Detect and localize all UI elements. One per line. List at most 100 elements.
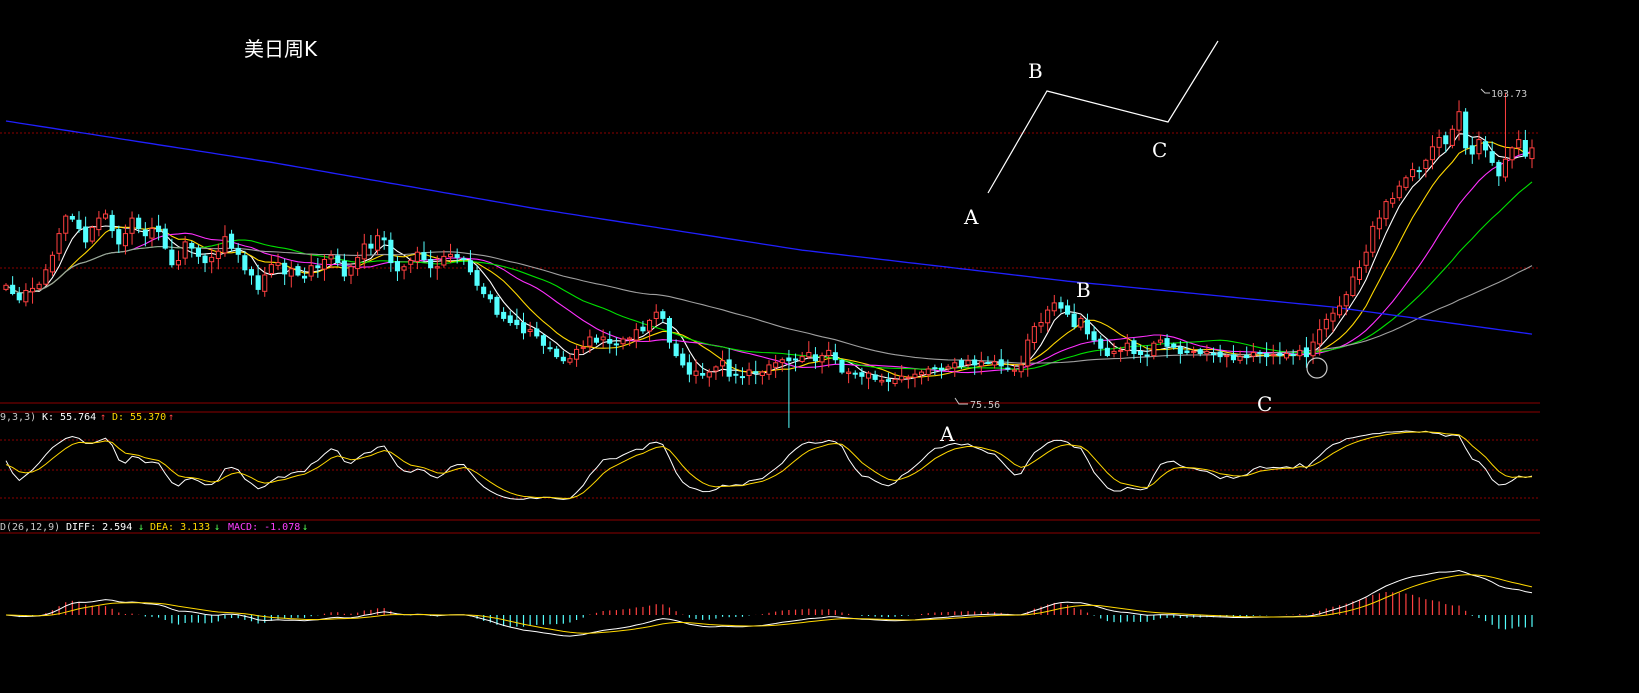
- candle-body-123: [819, 355, 825, 363]
- candle-85: [567, 353, 573, 365]
- candle-body-203: [1350, 276, 1356, 296]
- candle-222: [1476, 131, 1482, 160]
- candle-body-110: [733, 373, 739, 376]
- candle-58: [388, 232, 394, 272]
- candle-86: [574, 345, 580, 367]
- candle-body-41: [275, 262, 281, 266]
- candle-body-138: [919, 371, 925, 376]
- candle-body-113: [753, 371, 759, 374]
- candle-body-34: [229, 233, 235, 249]
- candle-100: [666, 316, 673, 349]
- kdj-k-line: [5, 430, 1533, 500]
- candle-body-95: [633, 329, 639, 341]
- candle-body-166: [1104, 347, 1110, 356]
- candle-body-154: [1025, 339, 1031, 367]
- candle-18: [122, 224, 129, 255]
- candle-body-98: [653, 311, 659, 320]
- high-price-label: 103.73: [1491, 89, 1527, 100]
- candle-5: [36, 281, 42, 291]
- candle-body-24: [162, 228, 168, 249]
- candle-body-211: [1403, 177, 1409, 188]
- candle-114: [759, 370, 765, 385]
- candle-84: [560, 350, 566, 364]
- candle-body-174: [1157, 339, 1164, 343]
- candle-body-133: [885, 379, 892, 382]
- candle-body-179: [1191, 350, 1197, 353]
- candle-body-5: [36, 283, 42, 290]
- candle-76: [507, 310, 513, 326]
- candle-192: [1277, 342, 1283, 365]
- candle-92: [613, 337, 619, 356]
- candle-115: [766, 360, 772, 380]
- candle-body-89: [593, 337, 600, 343]
- candle-48: [321, 254, 327, 281]
- candle-body-88: [587, 336, 593, 347]
- candle-body-46: [308, 265, 314, 277]
- candle-body-156: [1038, 322, 1044, 327]
- candle-209: [1390, 192, 1396, 208]
- candle-165: [1098, 335, 1104, 356]
- candle-body-195: [1297, 349, 1303, 357]
- macd-params: D(26,12,9): [0, 522, 60, 533]
- candle-123: [819, 352, 825, 374]
- candle-body-140: [932, 367, 938, 370]
- candle-body-58: [388, 239, 394, 264]
- candle-body-192: [1277, 352, 1283, 357]
- candle-64: [428, 250, 434, 278]
- candle-body-209: [1390, 198, 1396, 204]
- candle-body-101: [673, 343, 679, 357]
- candle-103: [686, 354, 692, 383]
- candle-body-215: [1429, 146, 1436, 161]
- candle-body-47: [315, 265, 321, 269]
- candle-body-92: [613, 343, 619, 346]
- candle-body-84: [560, 356, 566, 362]
- candle-218: [1449, 125, 1455, 149]
- candle-12: [83, 216, 89, 249]
- candle-162: [1078, 315, 1084, 331]
- candle-body-48: [321, 259, 327, 270]
- candle-160: [1065, 299, 1071, 318]
- candle-body-42: [282, 262, 288, 275]
- candle-121: [806, 341, 812, 360]
- candle-22: [149, 217, 155, 247]
- candle-body-100: [666, 318, 673, 343]
- candle-body-208: [1383, 201, 1389, 220]
- candle-82: [547, 341, 553, 352]
- candle-3: [23, 283, 29, 307]
- candle-body-63: [421, 252, 427, 261]
- candle-body-74: [494, 296, 500, 315]
- candle-109: [726, 348, 732, 382]
- candle-body-128: [852, 372, 858, 375]
- candle-body-23: [156, 225, 162, 233]
- candle-body-114: [759, 371, 765, 377]
- kdj-k-value: K: 55.764: [42, 412, 96, 423]
- candle-body-112: [746, 369, 752, 376]
- candle-207: [1376, 210, 1382, 240]
- candle-31: [209, 248, 215, 274]
- candle-body-124: [826, 349, 832, 357]
- candle-body-225: [1496, 161, 1502, 177]
- candle-203: [1350, 267, 1356, 298]
- candle-80: [534, 321, 540, 339]
- candle-17: [116, 225, 122, 253]
- candle-body-33: [222, 236, 228, 254]
- candle-56: [375, 228, 381, 255]
- candle-7: [49, 251, 56, 276]
- candle-body-164: [1091, 331, 1097, 341]
- candle-body-193: [1284, 353, 1290, 359]
- candle-body-200: [1330, 312, 1336, 322]
- candle-body-173: [1151, 342, 1157, 357]
- candle-body-190: [1264, 353, 1270, 358]
- candle-body-115: [766, 364, 772, 375]
- candle-body-56: [375, 235, 381, 251]
- sketch-label-c: C: [1152, 138, 1167, 162]
- candle-213: [1416, 166, 1422, 179]
- macd-diff-line: [5, 569, 1533, 637]
- candle-60: [401, 264, 407, 280]
- candle-175: [1164, 334, 1170, 358]
- candle-body-76: [507, 315, 513, 323]
- candle-body-169: [1124, 342, 1130, 352]
- candle-body-59: [394, 261, 400, 272]
- candle-body-67: [448, 253, 454, 258]
- candle-230: [1529, 139, 1535, 169]
